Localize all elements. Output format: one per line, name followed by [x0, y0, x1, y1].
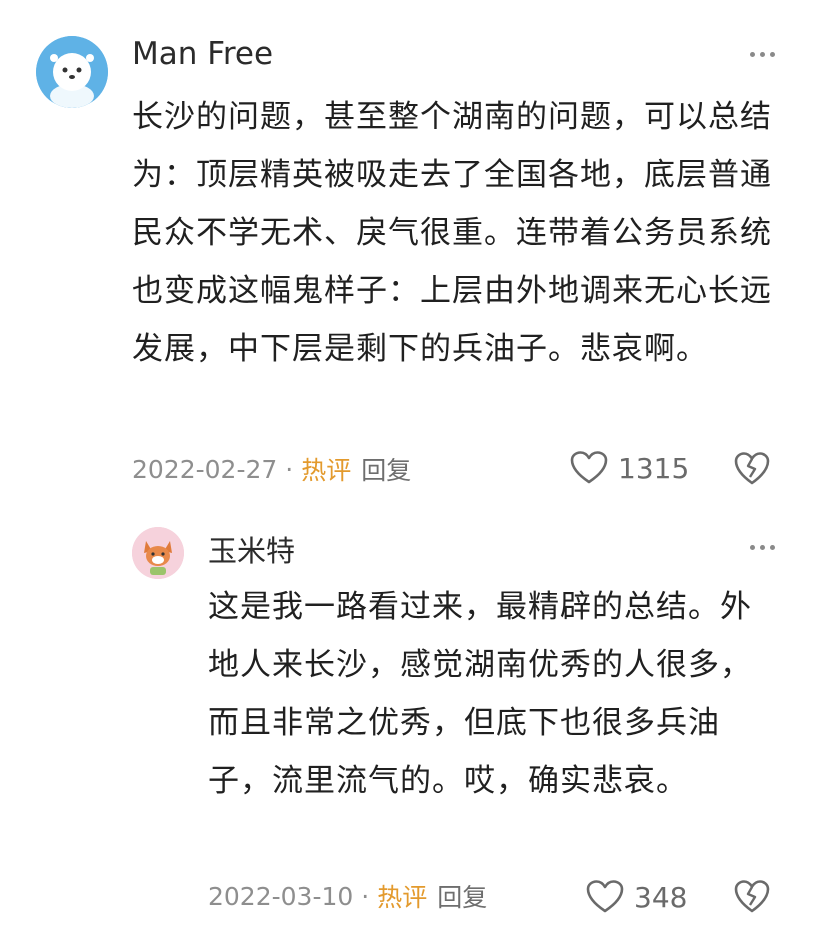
avatar[interactable] — [36, 36, 108, 108]
dislike-button[interactable] — [734, 880, 770, 918]
comment-1: Man Free 长沙的问题，甚至整个湖南的问题，可以总结为：顶层精英被吸走去了… — [0, 0, 816, 510]
heart-icon — [586, 880, 624, 913]
reply-button[interactable]: 回复 — [361, 451, 411, 487]
comment-date: 2022-03-10 — [208, 881, 354, 911]
author-name[interactable]: Man Free — [132, 36, 273, 72]
hot-badge: 热评 — [301, 456, 352, 485]
comment-meta: 2022-02-27 · 热评 回复 — [132, 451, 411, 487]
comment-date: 2022-02-27 — [132, 454, 278, 484]
separator: · — [285, 454, 294, 484]
author-name[interactable]: 玉米特 — [208, 528, 295, 570]
avatar[interactable] — [132, 527, 184, 579]
separator: · — [361, 881, 370, 911]
more-icon[interactable] — [750, 50, 776, 58]
dislike-heart-icon — [734, 880, 770, 913]
heart-icon — [570, 451, 608, 484]
more-icon[interactable] — [750, 543, 776, 551]
like-button[interactable]: 348 — [586, 880, 687, 914]
comment-meta: 2022-03-10 · 热评 回复 — [208, 878, 487, 914]
comment-text: 长沙的问题，甚至整个湖南的问题，可以总结为：顶层精英被吸走去了全国各地，底层普通… — [132, 99, 772, 367]
dislike-button[interactable] — [734, 452, 770, 490]
like-count: 1315 — [618, 451, 690, 485]
dislike-heart-icon — [734, 452, 770, 485]
comment-2: 玉米特 这是我一路看过来，最精辟的总结。外地人来长沙，感觉湖南优秀的人很多，而且… — [0, 510, 816, 926]
reply-button[interactable]: 回复 — [437, 878, 487, 914]
like-button[interactable]: 1315 — [570, 451, 689, 485]
like-count: 348 — [634, 880, 688, 914]
comment-text: 这是我一路看过来，最精辟的总结。外地人来长沙，感觉湖南优秀的人很多，而且非常之优… — [208, 589, 752, 799]
hot-badge: 热评 — [377, 883, 428, 912]
